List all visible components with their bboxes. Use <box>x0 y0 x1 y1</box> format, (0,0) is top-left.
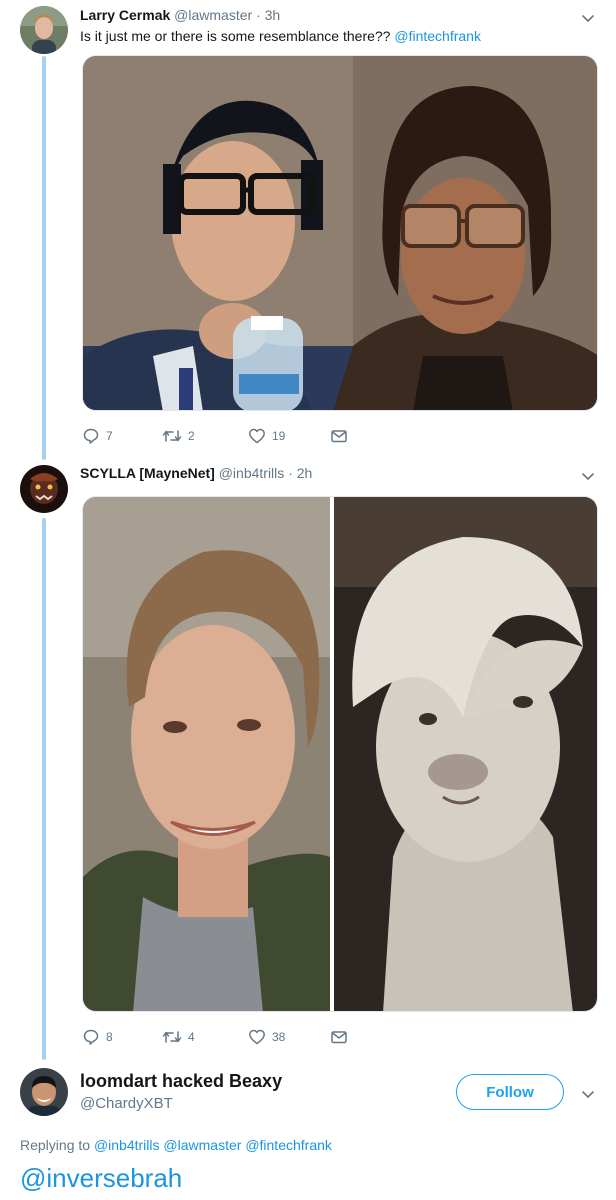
avatar[interactable] <box>20 465 68 513</box>
mention-link[interactable]: @lawmaster <box>163 1137 241 1153</box>
mention-link[interactable]: @fintechfrank <box>245 1137 332 1153</box>
author-name[interactable]: loomdart hacked Beaxy <box>80 1071 282 1092</box>
author-name[interactable]: Larry Cermak <box>80 7 170 23</box>
retweet-action[interactable]: 2 <box>162 426 195 446</box>
retweet-icon <box>162 1031 182 1043</box>
retweet-count: 4 <box>188 1030 195 1044</box>
heart-icon <box>249 428 265 444</box>
tweet-actions: 7 2 19 <box>82 426 382 446</box>
retweet-count: 2 <box>188 429 195 443</box>
like-action[interactable]: 19 <box>248 426 285 446</box>
retweet-icon <box>162 430 182 442</box>
tweet-photo[interactable] <box>82 496 598 1012</box>
tweet[interactable]: SCYLLA [MayneNet] @inb4trills · 2h 8 4 3… <box>0 460 616 1060</box>
envelope-icon <box>331 1031 347 1044</box>
like-action[interactable]: 38 <box>248 1027 285 1047</box>
tweet-header: SCYLLA [MayneNet] @inb4trills · 2h <box>80 465 312 481</box>
heart-icon <box>249 1029 265 1045</box>
chevron-down-icon[interactable] <box>580 468 596 484</box>
focus-author[interactable]: loomdart hacked Beaxy @ChardyXBT <box>80 1071 282 1112</box>
reply-count: 8 <box>106 1030 113 1044</box>
reply-action[interactable]: 8 <box>82 1027 113 1047</box>
author-handle[interactable]: @inb4trills <box>219 465 285 481</box>
reply-icon <box>83 428 99 444</box>
chevron-down-icon[interactable] <box>580 1086 596 1102</box>
replying-to: Replying to @inb4trills @lawmaster @fint… <box>20 1137 332 1153</box>
tweet-text-body: Is it just me or there is some resemblan… <box>80 28 395 44</box>
mention-link[interactable]: @fintechfrank <box>394 28 481 44</box>
tweet-text[interactable]: @inversebrah <box>20 1163 182 1194</box>
author-handle[interactable]: @ChardyXBT <box>80 1095 282 1112</box>
tweet-header: Larry Cermak @lawmaster · 3h <box>80 7 280 23</box>
author-name[interactable]: SCYLLA [MayneNet] <box>80 465 215 481</box>
avatar[interactable] <box>20 6 68 54</box>
tweet-actions: 8 4 38 <box>82 1027 382 1047</box>
tweet[interactable]: Larry Cermak @lawmaster · 3h Is it just … <box>0 0 616 460</box>
like-count: 38 <box>272 1030 286 1044</box>
dm-action[interactable] <box>330 1027 348 1047</box>
tweet-text: Is it just me or there is some resemblan… <box>80 28 481 44</box>
retweet-action[interactable]: 4 <box>162 1027 195 1047</box>
reply-icon <box>83 1029 99 1045</box>
chevron-down-icon[interactable] <box>580 10 596 26</box>
separator-dot: · <box>256 7 261 23</box>
separator-dot: · <box>288 465 293 481</box>
author-handle[interactable]: @lawmaster <box>174 7 252 23</box>
timestamp[interactable]: 2h <box>297 465 313 481</box>
follow-button[interactable]: Follow <box>456 1074 564 1110</box>
tweet-photo[interactable] <box>82 55 598 411</box>
replying-label: Replying to <box>20 1137 91 1153</box>
envelope-icon <box>331 430 347 443</box>
reply-action[interactable]: 7 <box>82 426 113 446</box>
mention-link[interactable]: @inb4trills <box>94 1137 160 1153</box>
timestamp[interactable]: 3h <box>265 7 281 23</box>
like-count: 19 <box>272 429 286 443</box>
avatar[interactable] <box>20 1068 68 1116</box>
dm-action[interactable] <box>330 426 348 446</box>
reply-count: 7 <box>106 429 113 443</box>
